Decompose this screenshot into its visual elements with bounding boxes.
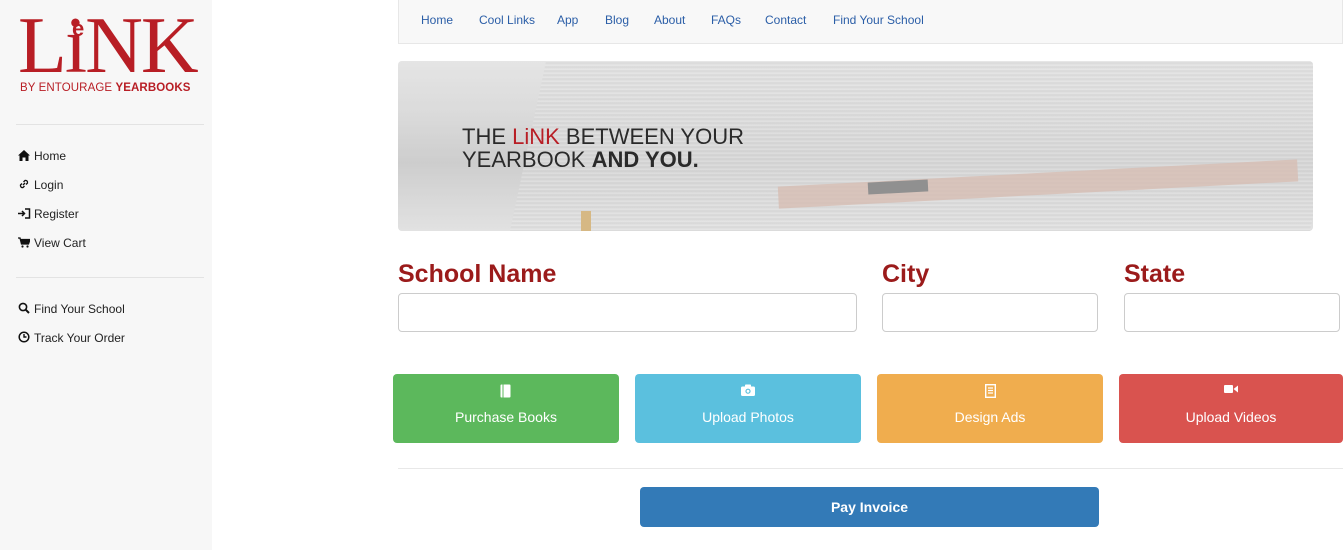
purchase-books-button[interactable]: Purchase Books (393, 374, 619, 443)
sidebar-item-find-your-school[interactable]: Find Your School (18, 301, 125, 317)
sidebar-item-label: Find Your School (34, 302, 125, 316)
headline-text: THE (462, 124, 513, 149)
logo-subtitle: BY ENTOURAGE YEARBOOKS (20, 82, 191, 94)
sidebar-divider (16, 277, 204, 278)
sidebar-item-home[interactable]: Home (18, 148, 66, 164)
sidebar-item-label: Register (34, 207, 79, 221)
upload-photos-button[interactable]: Upload Photos (635, 374, 861, 443)
nav-find-your-school[interactable]: Find Your School (833, 13, 924, 27)
home-icon (18, 149, 32, 163)
sign-in-icon (18, 207, 32, 221)
banner-headline: THE LiNK BETWEEN YOUR YEARBOOK AND YOU. (462, 125, 744, 171)
action-label: Design Ads (954, 409, 1026, 425)
nav-blog[interactable]: Blog (605, 13, 629, 27)
design-ads-button[interactable]: Design Ads (877, 374, 1103, 443)
headline-text: YEARBOOK (462, 147, 592, 172)
banner-headline-line1: THE LiNK BETWEEN YOUR (462, 125, 744, 148)
headline-bold: AND YOU. (591, 147, 699, 172)
sidebar-item-view-cart[interactable]: View Cart (18, 235, 86, 251)
nav-app[interactable]: App (557, 13, 578, 27)
book-icon (393, 384, 619, 398)
section-divider (398, 468, 1343, 469)
school-name-label: School Name (398, 260, 557, 288)
upload-videos-button[interactable]: Upload Videos (1119, 374, 1343, 443)
action-label: Purchase Books (455, 409, 557, 425)
school-name-input[interactable] (398, 293, 857, 332)
video-camera-icon (1119, 384, 1343, 398)
search-icon (18, 302, 32, 316)
link-logo[interactable]: LiNK e BY ENTOURAGE YEARBOOKS (18, 6, 199, 104)
sidebar-item-label: Login (34, 178, 64, 192)
state-label: State (1124, 260, 1186, 288)
city-label: City (882, 260, 930, 288)
link-icon (18, 178, 32, 192)
nav-contact[interactable]: Contact (765, 13, 806, 27)
action-label: Upload Videos (1185, 409, 1277, 425)
sidebar-item-label: Home (34, 149, 67, 163)
banner-headline-line2: YEARBOOK AND YOU. (462, 148, 744, 171)
top-navbar: Home Cool Links App Blog About FAQs Cont… (398, 0, 1343, 44)
nav-faqs[interactable]: FAQs (711, 13, 741, 27)
list-icon (877, 384, 1103, 398)
headline-link-word: LiNK (512, 124, 560, 149)
sidebar-item-label: Track Your Order (34, 331, 125, 345)
sidebar-item-label: View Cart (34, 236, 86, 250)
city-input[interactable] (882, 293, 1098, 332)
camera-icon (635, 384, 861, 398)
cart-icon (18, 236, 32, 250)
headline-text: BETWEEN YOUR (559, 124, 744, 149)
pay-invoice-button[interactable]: Pay Invoice (640, 487, 1099, 527)
nav-about[interactable]: About (654, 13, 685, 27)
sidebar-divider (16, 124, 204, 125)
sidebar-item-track-your-order[interactable]: Track Your Order (18, 330, 125, 346)
nav-cool-links[interactable]: Cool Links (479, 13, 535, 27)
nav-home[interactable]: Home (421, 13, 453, 27)
logo-e-mark: e (72, 16, 85, 41)
sidebar-item-register[interactable]: Register (18, 206, 79, 222)
clock-icon (18, 331, 32, 345)
sidebar-item-login[interactable]: Login (18, 177, 63, 193)
sidebar: LiNK e BY ENTOURAGE YEARBOOKS Home Login… (0, 0, 212, 550)
action-label: Upload Photos (702, 409, 794, 425)
logo-wordmark: LiNK (18, 2, 199, 90)
hero-banner: THE LiNK BETWEEN YOUR YEARBOOK AND YOU. (398, 61, 1313, 231)
state-input[interactable] (1124, 293, 1340, 332)
logo-subtitle-bold: YEARBOOKS (115, 82, 191, 94)
logo-subtitle-plain: BY ENTOURAGE (20, 82, 113, 94)
